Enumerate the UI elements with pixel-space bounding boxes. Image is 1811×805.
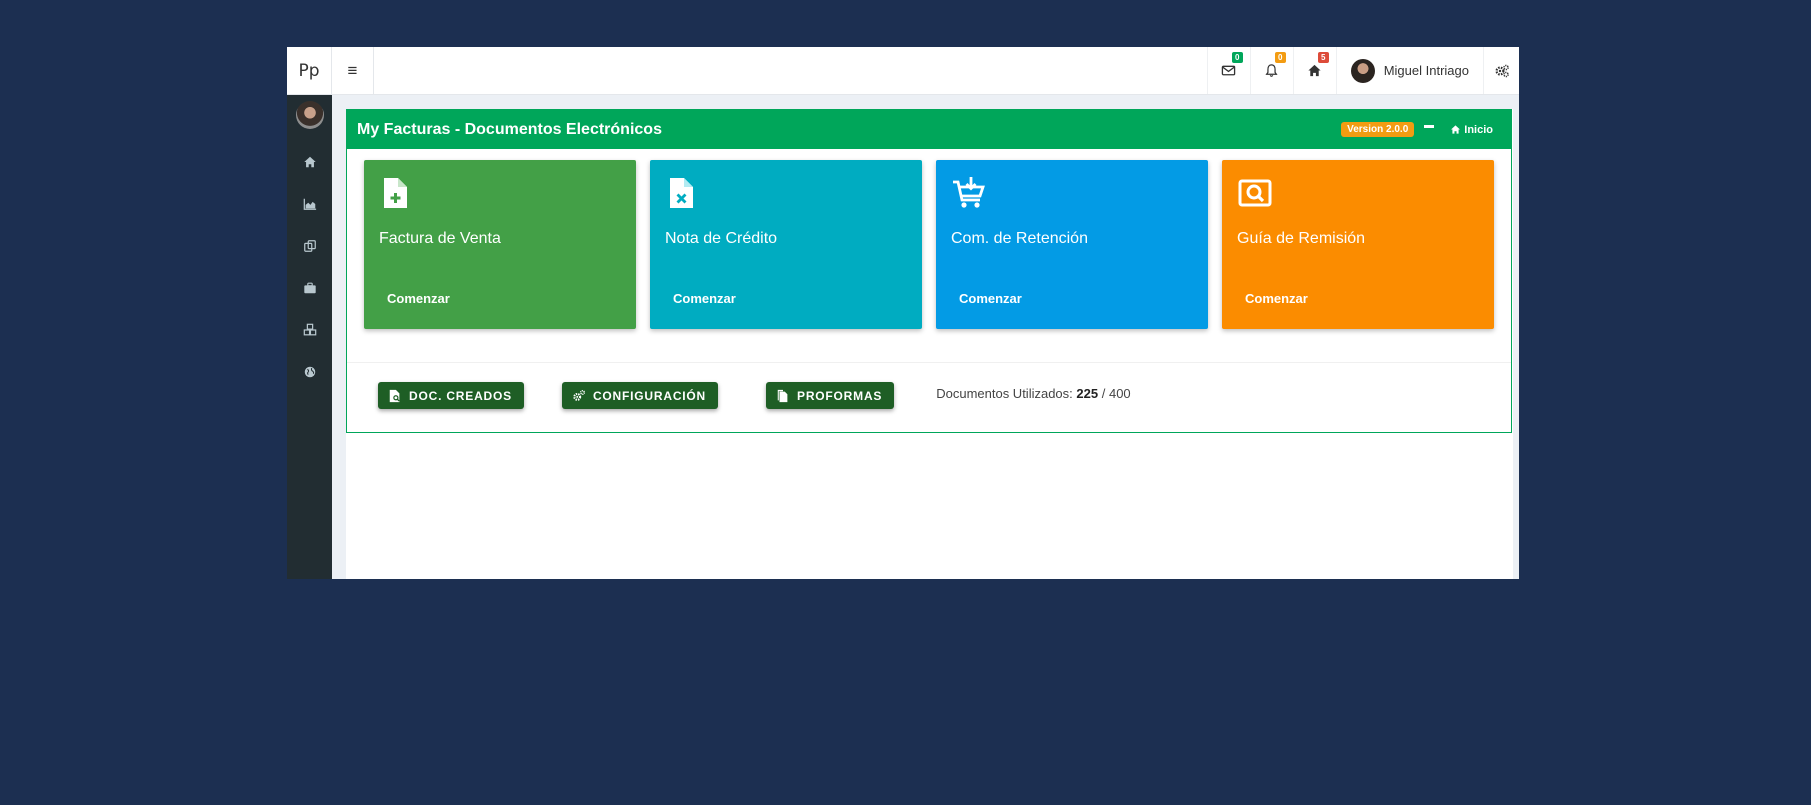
box-title: My Facturas - Documentos Electrónicos (357, 120, 662, 138)
cubes-icon (303, 323, 316, 336)
area-chart-icon (303, 198, 316, 210)
inicio-label: Inicio (1464, 123, 1493, 136)
docs-used-total: / 400 (1101, 386, 1131, 401)
breadcrumb-inicio[interactable]: Inicio (1450, 124, 1493, 136)
sidebar-item-globe[interactable] (287, 351, 332, 393)
card-com-retencion[interactable]: Com. de Retención Comenzar (936, 160, 1208, 329)
tasks-badge: 5 (1317, 52, 1329, 63)
user-avatar (1350, 58, 1375, 83)
card-start-link[interactable]: Comenzar (1245, 291, 1308, 306)
file-search-icon (389, 389, 400, 402)
sidebar-item-home[interactable] (287, 141, 332, 183)
gears-icon (573, 389, 585, 401)
notifications-badge: 0 (1274, 52, 1286, 63)
home-icon (303, 156, 316, 168)
briefcase-icon (303, 282, 316, 294)
brand-logo[interactable]: Pp (287, 47, 332, 94)
sidebar-item-copy[interactable] (287, 225, 332, 267)
configuracion-button[interactable]: CONFIGURACIÓN (561, 382, 719, 409)
docs-used-count: 225 (1076, 386, 1099, 401)
card-title: Nota de Crédito (665, 230, 778, 247)
sidebar-item-briefcase[interactable] (287, 267, 332, 309)
control-sidebar-button[interactable] (1483, 47, 1519, 94)
top-navbar: Pp ≡ 0 0 5 Miguel Intriago (287, 47, 1519, 95)
docs-used-label: Documentos Utilizados: (936, 386, 1073, 401)
doc-creados-button[interactable]: DOC. CREADOS (378, 382, 524, 409)
home-icon (1451, 125, 1461, 134)
card-start-link[interactable]: Comenzar (673, 291, 736, 306)
file-x-icon (670, 178, 693, 208)
messages-button[interactable]: 0 (1206, 47, 1250, 94)
card-title: Guía de Remisión (1237, 230, 1366, 247)
menu-toggle-button[interactable]: ≡ (332, 47, 374, 94)
version-badge: Version 2.0.0 (1341, 122, 1415, 137)
box-tools: Version 2.0.0 Inicio (1341, 122, 1501, 137)
app-window: Pp ≡ 0 0 5 Miguel Intriago My Facturas -… (287, 47, 1519, 579)
card-start-link[interactable]: Comenzar (387, 291, 450, 306)
collapse-button[interactable] (1424, 125, 1435, 128)
tasks-button[interactable]: 5 (1292, 47, 1336, 94)
sidebar-item-cubes[interactable] (287, 309, 332, 351)
card-title: Factura de Venta (379, 230, 501, 247)
content-wrapper: My Facturas - Documentos Electrónicos Ve… (346, 109, 1513, 579)
sidebar-avatar[interactable] (295, 101, 324, 129)
gears-icon (1494, 64, 1509, 77)
cart-download-icon (953, 177, 985, 208)
card-guia-remision[interactable]: Guía de Remisión Comenzar (1222, 160, 1494, 329)
sidebar (287, 95, 332, 579)
proformas-button[interactable]: PROFORMAS (766, 382, 895, 409)
card-title: Com. de Retención (951, 230, 1088, 247)
user-name: Miguel Intriago (1383, 63, 1469, 78)
proformas-label: PROFORMAS (797, 388, 883, 403)
envelope-icon (1221, 65, 1236, 76)
configuracion-label: CONFIGURACIÓN (592, 388, 707, 403)
files-icon (777, 389, 788, 402)
documents-usage: Documentos Utilizados: 225 / 400 (936, 386, 1130, 401)
bell-icon (1265, 64, 1278, 77)
copy-icon (303, 240, 316, 252)
globe-icon (304, 366, 315, 378)
right-gutter (1513, 95, 1519, 579)
card-factura-venta[interactable]: Factura de Venta Comenzar (364, 160, 636, 329)
sidebar-item-charts[interactable] (287, 183, 332, 225)
user-menu[interactable]: Miguel Intriago (1335, 47, 1483, 94)
card-nota-credito[interactable]: Nota de Crédito Comenzar (650, 160, 922, 329)
home-icon (1308, 64, 1321, 77)
doc-creados-label: DOC. CREADOS (409, 388, 512, 403)
action-bar: DOC. CREADOS CONFIGURACIÓN PROFORMAS Doc… (378, 382, 1131, 409)
box-header: My Facturas - Documentos Electrónicos Ve… (347, 110, 1511, 149)
card-start-link[interactable]: Comenzar (959, 291, 1022, 306)
navbar-spacer (374, 47, 1207, 94)
search-box-icon (1238, 179, 1272, 207)
documents-box: My Facturas - Documentos Electrónicos Ve… (346, 109, 1512, 433)
messages-badge: 0 (1231, 52, 1243, 63)
notifications-button[interactable]: 0 (1249, 47, 1293, 94)
file-plus-icon (384, 178, 407, 208)
document-cards: Factura de Venta Comenzar Nota de Crédit… (364, 160, 1494, 329)
box-divider (347, 362, 1511, 363)
